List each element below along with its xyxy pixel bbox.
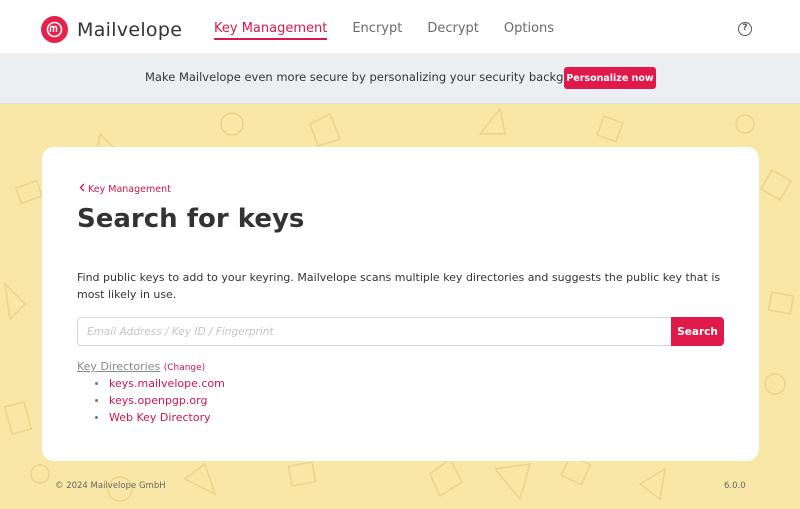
search-input[interactable] xyxy=(77,317,672,346)
nav-encrypt[interactable]: Encrypt xyxy=(352,0,402,53)
directory-name: keys.openpgp.org xyxy=(109,394,208,407)
bullet-icon xyxy=(95,416,98,419)
copyright-text: © 2024 Mailvelope GmbH xyxy=(55,481,166,491)
list-item: Web Key Directory xyxy=(95,409,225,426)
directory-name: Web Key Directory xyxy=(109,411,211,424)
breadcrumb-link[interactable]: Key Management xyxy=(88,184,171,195)
chevron-left-icon xyxy=(79,183,85,195)
change-directories-link[interactable]: (Change) xyxy=(164,363,206,373)
bullet-icon xyxy=(95,399,98,402)
app-name: Mailvelope xyxy=(77,18,183,41)
list-item: keys.mailvelope.com xyxy=(95,375,225,392)
mailvelope-logo-icon xyxy=(41,16,68,43)
main-nav: Key Management Encrypt Decrypt Options xyxy=(214,0,579,53)
list-item: keys.openpgp.org xyxy=(95,392,225,409)
personalize-banner: Make Mailvelope even more secure by pers… xyxy=(0,53,800,104)
banner-text: Make Mailvelope even more secure by pers… xyxy=(145,70,601,84)
key-directories-label: Key Directories (Change) xyxy=(77,360,205,373)
app-logo[interactable]: Mailvelope xyxy=(41,16,182,43)
nav-key-management[interactable]: Key Management xyxy=(214,0,328,53)
help-circle-icon[interactable]: ? xyxy=(738,22,752,36)
key-directories-title: Key Directories xyxy=(77,360,161,373)
search-button[interactable]: Search xyxy=(671,317,724,346)
nav-options[interactable]: Options xyxy=(504,0,554,53)
page-title: Search for keys xyxy=(77,204,305,234)
version-text: 6.0.0 xyxy=(724,481,746,491)
directory-name: keys.mailvelope.com xyxy=(109,377,225,390)
nav-decrypt[interactable]: Decrypt xyxy=(427,0,479,53)
key-directories-list: keys.mailvelope.com keys.openpgp.org Web… xyxy=(95,375,225,426)
personalize-now-button[interactable]: Personalize now xyxy=(564,67,656,89)
breadcrumb[interactable]: Key Management xyxy=(79,183,171,195)
bullet-icon xyxy=(95,382,98,385)
top-navigation-bar: Mailvelope Key Management Encrypt Decryp… xyxy=(0,0,800,53)
intro-text: Find public keys to add to your keyring.… xyxy=(77,271,721,301)
